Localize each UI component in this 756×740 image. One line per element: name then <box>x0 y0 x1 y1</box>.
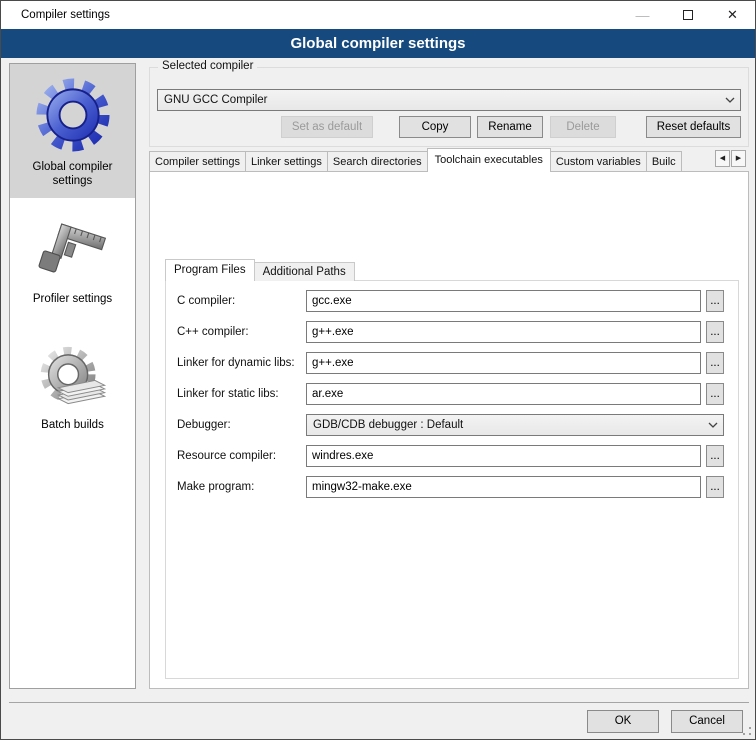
c-compiler-label: C compiler: <box>177 290 235 312</box>
delete-button[interactable]: Delete <box>550 116 616 138</box>
resource-compiler-browse-button[interactable]: ... <box>706 445 724 467</box>
close-button[interactable]: ✕ <box>710 1 755 29</box>
sidebar-item-label: Global compiler settings <box>13 160 132 188</box>
close-icon: ✕ <box>727 7 738 23</box>
chevron-down-icon <box>703 422 723 428</box>
cpp-compiler-input[interactable] <box>306 321 701 343</box>
tab-linker-settings[interactable]: Linker settings <box>245 151 328 172</box>
group-label: Selected compiler <box>158 60 257 72</box>
subtab-program-files[interactable]: Program Files <box>165 259 255 281</box>
sidebar-item-profiler-settings[interactable]: Profiler settings <box>10 208 135 316</box>
maximize-button[interactable] <box>665 1 710 29</box>
c-compiler-input[interactable] <box>306 290 701 312</box>
make-program-browse-button[interactable]: ... <box>706 476 724 498</box>
maximize-icon <box>683 10 693 20</box>
resize-grip-icon[interactable] <box>742 726 752 736</box>
subtab-additional-paths[interactable]: Additional Paths <box>254 262 355 281</box>
static-linker-browse-button[interactable]: ... <box>706 383 724 405</box>
gear-gray-stack-icon <box>34 342 112 414</box>
reset-defaults-button[interactable]: Reset defaults <box>646 116 741 138</box>
tab-compiler-settings[interactable]: Compiler settings <box>149 151 246 172</box>
caliper-icon <box>38 218 108 288</box>
gear-blue-icon <box>32 74 114 156</box>
footer-divider <box>9 702 749 703</box>
tab-search-directories[interactable]: Search directories <box>327 151 428 172</box>
sidebar-item-label: Batch builds <box>13 418 132 432</box>
arrow-left-icon: ◀ <box>720 155 725 162</box>
compiler-tabs: Compiler settings Linker settings Search… <box>149 148 715 172</box>
sidebar-item-label: Profiler settings <box>13 292 132 306</box>
tab-toolchain-executables[interactable]: Toolchain executables <box>427 148 551 172</box>
cpp-compiler-label: C++ compiler: <box>177 321 249 343</box>
rename-button[interactable]: Rename <box>477 116 543 138</box>
toolchain-subtabs: Program Files Additional Paths <box>165 259 354 281</box>
static-linker-label: Linker for static libs: <box>177 383 279 405</box>
tab-scroll-right-button[interactable]: ▶ <box>731 150 746 167</box>
static-linker-input[interactable] <box>306 383 701 405</box>
dynamic-linker-input[interactable] <box>306 352 701 374</box>
resource-compiler-label: Resource compiler: <box>177 445 276 467</box>
ok-button[interactable]: OK <box>587 710 659 733</box>
minimize-icon: — <box>636 7 650 23</box>
copy-button[interactable]: Copy <box>399 116 471 138</box>
sidebar-item-batch-builds[interactable]: Batch builds <box>10 332 135 442</box>
dialog-header: Global compiler settings <box>1 29 755 58</box>
cancel-button[interactable]: Cancel <box>671 710 743 733</box>
cpp-compiler-browse-button[interactable]: ... <box>706 321 724 343</box>
debugger-select[interactable]: GDB/CDB debugger : Default <box>306 414 724 436</box>
debugger-label: Debugger: <box>177 414 231 436</box>
tab-custom-variables[interactable]: Custom variables <box>550 151 647 172</box>
sidebar-item-global-compiler-settings[interactable]: Global compiler settings <box>10 64 135 198</box>
set-as-default-button[interactable]: Set as default <box>281 116 373 138</box>
resource-compiler-input[interactable] <box>306 445 701 467</box>
make-program-label: Make program: <box>177 476 254 498</box>
settings-category-list: Global compiler settings <box>9 63 136 689</box>
compiler-settings-dialog: Compiler settings — ✕ Global compiler se… <box>0 0 756 740</box>
c-compiler-browse-button[interactable]: ... <box>706 290 724 312</box>
minimize-button[interactable]: — <box>620 1 665 29</box>
chevron-down-icon <box>720 97 740 103</box>
make-program-input[interactable] <box>306 476 701 498</box>
tab-build-options[interactable]: Builc <box>646 151 682 172</box>
debugger-select-value: GDB/CDB debugger : Default <box>307 419 703 431</box>
arrow-right-icon: ▶ <box>736 155 741 162</box>
compiler-select[interactable]: GNU GCC Compiler <box>157 89 741 111</box>
compiler-select-value: GNU GCC Compiler <box>158 94 720 106</box>
tab-scroll-left-button[interactable]: ◀ <box>715 150 730 167</box>
dynamic-linker-label: Linker for dynamic libs: <box>177 352 295 374</box>
window-title: Compiler settings <box>21 1 110 29</box>
dynamic-linker-browse-button[interactable]: ... <box>706 352 724 374</box>
page-title: Global compiler settings <box>290 35 465 52</box>
